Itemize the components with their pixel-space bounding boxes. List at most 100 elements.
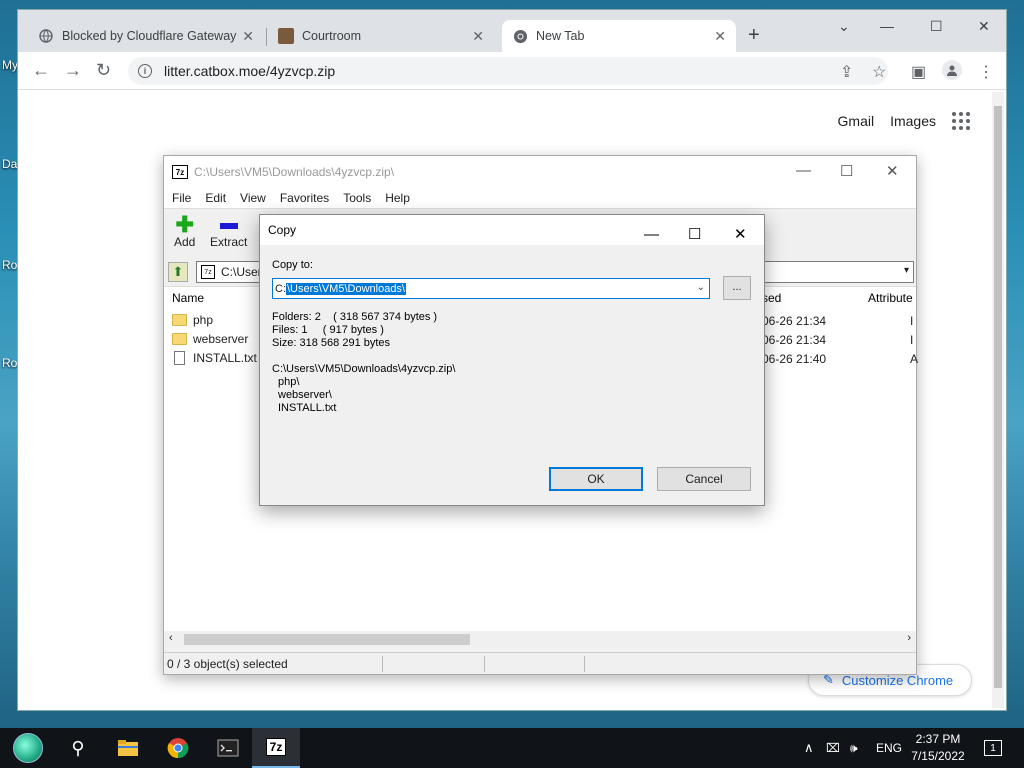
network-icon[interactable]: ⌧ [826, 728, 840, 768]
item-attr: I [910, 333, 914, 347]
forward-arrow-icon[interactable]: → [64, 60, 82, 81]
minimize-icon[interactable]: — [796, 162, 811, 179]
url-text: litter.catbox.moe/4yzvcp.zip [164, 63, 336, 79]
chevron-down-icon[interactable]: ⌄ [697, 282, 705, 293]
star-icon[interactable]: ☆ [872, 62, 886, 82]
scroll-left-icon[interactable]: ‹ [169, 632, 173, 644]
path-prefix: C: [275, 282, 286, 295]
close-icon[interactable]: ✕ [886, 162, 899, 180]
menu-view[interactable]: View [240, 188, 266, 208]
browse-button[interactable]: ... [723, 276, 751, 300]
list-item[interactable]: php [172, 311, 213, 329]
new-tab-plus-icon[interactable]: + [748, 24, 760, 47]
windows-orb-icon [13, 733, 43, 763]
dialog-titlebar: Copy — ☐ ✕ [260, 215, 764, 245]
sevenzip-app-label: 7z [265, 738, 287, 756]
side-panel-icon[interactable]: ▣ [911, 62, 926, 82]
selection-status: 0 / 3 object(s) selected [167, 657, 288, 671]
horizontal-scrollbar[interactable]: ‹ › [164, 631, 916, 648]
profile-avatar-icon[interactable] [942, 60, 962, 80]
file-explorer-icon[interactable] [104, 728, 152, 768]
add-button[interactable]: ✚ Add [174, 214, 195, 250]
search-icon[interactable]: ⚲ [54, 728, 102, 768]
reload-icon[interactable]: ↻ [96, 60, 111, 81]
folder-icon [172, 314, 187, 326]
page-scrollbar[interactable] [992, 92, 1004, 708]
menu-help[interactable]: Help [385, 188, 410, 208]
address-bar[interactable]: i litter.catbox.moe/4yzvcp.zip [128, 57, 888, 85]
sevenzip-taskbar-icon[interactable]: 7z [252, 728, 300, 768]
menu-tools[interactable]: Tools [343, 188, 371, 208]
scrollbar-thumb[interactable] [184, 634, 470, 645]
desktop-icon-label[interactable]: My [2, 58, 18, 72]
close-icon[interactable]: ✕ [978, 18, 990, 35]
terminal-icon[interactable] [204, 728, 252, 768]
more-menu-icon[interactable]: ⋮ [978, 62, 994, 82]
column-attributes[interactable]: Attribute [868, 287, 913, 309]
tab-divider [266, 28, 267, 46]
sevenzip-menubar: File Edit View Favorites Tools Help [164, 188, 916, 208]
desktop-icon-label[interactable]: Da [2, 157, 17, 171]
desktop-icon-label[interactable]: Ro [2, 356, 17, 370]
ok-button[interactable]: OK [549, 467, 643, 491]
status-divider [584, 656, 585, 672]
close-tab-icon[interactable]: ✕ [714, 28, 726, 45]
apps-grid-icon[interactable] [952, 112, 970, 130]
size-info: Size: 318 568 291 bytes [272, 337, 391, 349]
maximize-icon[interactable]: ☐ [840, 162, 853, 180]
scroll-right-icon[interactable]: › [907, 632, 911, 644]
notification-icon[interactable]: 1 [984, 728, 1002, 768]
tab-blocked-cloudflare[interactable]: Blocked by Cloudflare Gateway ✕ [28, 20, 264, 52]
clock-date: 7/15/2022 [911, 749, 965, 763]
gmail-link[interactable]: Gmail [838, 113, 875, 129]
dialog-title: Copy [268, 223, 297, 237]
copy-to-label: Copy to: [272, 259, 313, 271]
maximize-icon[interactable]: ☐ [688, 220, 701, 250]
notification-count: 1 [984, 740, 1002, 756]
sevenzip-logo-icon: 7z [172, 165, 188, 179]
chrome-icon[interactable] [154, 728, 202, 768]
menu-file[interactable]: File [172, 188, 191, 208]
source-item: webserver\ [278, 389, 332, 401]
extract-button[interactable]: Extract [210, 215, 247, 249]
files-info: Files: 1 ( 917 bytes ) [272, 324, 384, 336]
chevron-up-icon[interactable]: ∧ [804, 728, 814, 768]
list-item[interactable]: webserver [172, 330, 248, 348]
info-icon[interactable]: i [138, 64, 152, 78]
start-button[interactable] [4, 728, 52, 768]
scrollbar-thumb[interactable] [994, 106, 1002, 688]
tab-label: Blocked by Cloudflare Gateway [62, 29, 237, 43]
maximize-icon[interactable]: ☐ [930, 18, 943, 35]
back-arrow-icon[interactable]: ← [32, 60, 50, 81]
tab-courtroom[interactable]: Courtroom ✕ [268, 20, 494, 52]
item-date: 06-26 21:40 [762, 352, 827, 366]
minimize-icon[interactable]: — [880, 18, 894, 34]
folders-info: Folders: 2 ( 318 567 374 bytes ) [272, 311, 438, 323]
system-clock[interactable]: 2:37 PM 7/15/2022 [906, 731, 970, 765]
volume-icon[interactable]: 🕪 [850, 728, 858, 768]
folder-up-icon[interactable]: ⬆ [168, 262, 188, 282]
copy-to-combobox[interactable]: C: \Users\VM5\Downloads\ ⌄ [272, 278, 710, 299]
images-link[interactable]: Images [890, 113, 936, 129]
minimize-icon[interactable]: — [644, 220, 659, 250]
list-item[interactable]: INSTALL.txt [172, 349, 257, 367]
copy-dialog: Copy — ☐ ✕ Copy to: C: \Users\VM5\Downlo… [259, 214, 765, 506]
status-divider [382, 656, 383, 672]
column-name[interactable]: Name [172, 287, 204, 309]
item-attr: I [910, 314, 914, 328]
close-tab-icon[interactable]: ✕ [242, 28, 254, 45]
share-icon[interactable]: ⇪ [840, 62, 853, 82]
chevron-down-icon[interactable]: ▾ [904, 265, 909, 276]
browser-toolbar: ← → ↻ i litter.catbox.moe/4yzvcp.zip ⇪ ☆… [18, 52, 1006, 90]
tab-new-tab[interactable]: New Tab ✕ [502, 20, 736, 52]
close-tab-icon[interactable]: ✕ [472, 28, 484, 45]
menu-edit[interactable]: Edit [205, 188, 226, 208]
cancel-button[interactable]: Cancel [657, 467, 751, 491]
text-file-icon [174, 351, 185, 365]
chevron-down-icon[interactable]: ⌄ [838, 18, 850, 35]
language-indicator[interactable]: ENG [876, 728, 902, 768]
close-icon[interactable]: ✕ [734, 220, 747, 250]
menu-favorites[interactable]: Favorites [280, 188, 329, 208]
desktop-icon-label[interactable]: Ro [2, 258, 17, 272]
source-item: php\ [278, 376, 300, 388]
